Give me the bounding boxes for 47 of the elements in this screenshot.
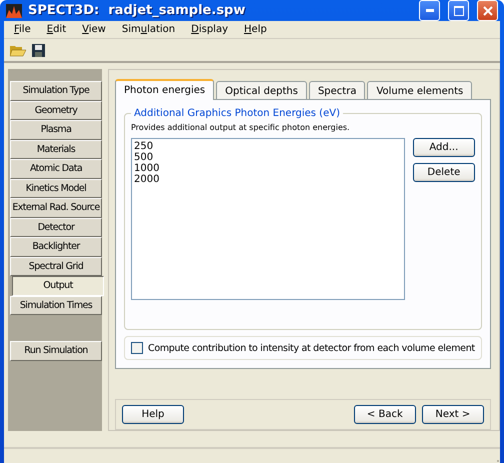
sidebar-button[interactable]: Materials [10, 140, 102, 159]
tab[interactable]: Spectra [308, 81, 366, 100]
save-icon[interactable] [32, 44, 45, 56]
minimize-button[interactable] [419, 0, 440, 21]
sidebar-button[interactable]: Atomic Data [10, 159, 102, 178]
sidebar-button[interactable]: Simulation Times [10, 296, 102, 315]
maximize-button[interactable] [448, 0, 469, 21]
list-item[interactable]: 250 [134, 141, 402, 152]
checkbox-label: Compute contribution to intensity at detector from each volume element [148, 342, 475, 354]
tab[interactable]: Photon energies [115, 79, 214, 100]
sidebar-button[interactable]: Backlighter [10, 237, 102, 256]
add-button[interactable]: Add... [412, 138, 475, 157]
delete-button[interactable]: Delete [412, 163, 475, 182]
maximize-icon [454, 6, 464, 16]
sidebar-button[interactable]: Spectral Grid [10, 256, 102, 276]
help-button[interactable]: Help [122, 405, 184, 424]
menu-item[interactable]: File [6, 23, 39, 36]
menu-item[interactable]: Help [236, 23, 275, 36]
list-item[interactable]: 2000 [134, 174, 402, 185]
tab[interactable]: Optical depths [216, 81, 307, 100]
close-icon [482, 6, 492, 16]
sidebar-button[interactable]: Kinetics Model [10, 178, 102, 198]
list-item[interactable]: 1000 [134, 163, 402, 174]
sidebar-button[interactable]: Output [12, 276, 104, 296]
sidebar-button[interactable]: External Rad. Source [10, 198, 102, 218]
menu-item[interactable]: View [74, 23, 114, 36]
group-title: Additional Graphics Photon Energies (eV) [133, 108, 341, 119]
app-icon [6, 4, 22, 18]
menu-item[interactable]: Display [183, 23, 236, 36]
description-text: Provides additional output at specific photon energies. [131, 123, 351, 132]
next-button[interactable]: Next > [422, 405, 484, 424]
back-button[interactable]: < Back [354, 405, 416, 424]
menu-item[interactable]: Simulation [114, 23, 184, 36]
minimize-icon [426, 9, 434, 12]
list-item[interactable]: 500 [134, 152, 402, 163]
sidebar-button[interactable]: Detector [10, 218, 102, 237]
tab[interactable]: Volume elements [367, 81, 472, 100]
window-title: SPECT3D: radjet_sample.spw [28, 3, 246, 18]
menu-item[interactable]: Edit [38, 23, 74, 36]
sidebar-button[interactable]: Geometry [10, 100, 102, 120]
sidebar-button[interactable]: Plasma [10, 120, 102, 140]
sidebar-button[interactable]: Simulation Type [10, 81, 102, 100]
checkbox[interactable] [131, 342, 143, 354]
close-button[interactable] [477, 0, 498, 21]
run-simulation-button[interactable]: Run Simulation [10, 341, 102, 360]
open-folder-icon[interactable] [10, 43, 26, 57]
energy-list[interactable]: 250 500 1000 2000 [131, 138, 405, 300]
